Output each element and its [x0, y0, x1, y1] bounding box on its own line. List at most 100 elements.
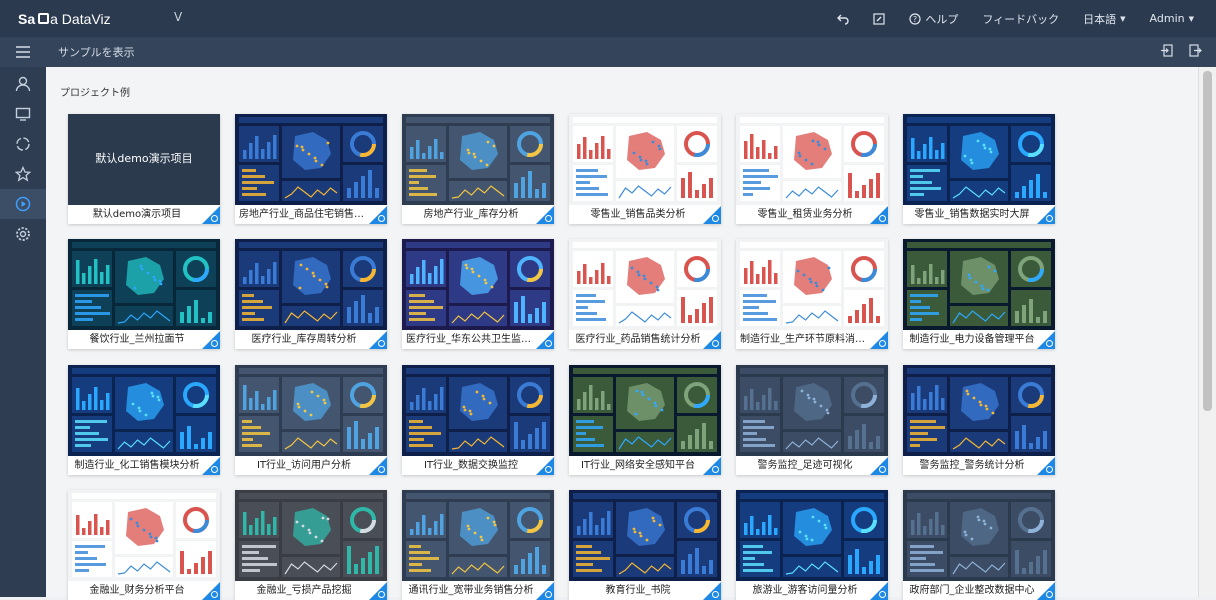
- project-card[interactable]: IT行业_网络安全感知平台: [569, 365, 721, 475]
- preview-badge[interactable]: [870, 206, 888, 224]
- project-card[interactable]: 零售业_销售数据实时大屏: [903, 114, 1055, 224]
- project-thumbnail[interactable]: [68, 365, 220, 456]
- preview-icon: [879, 466, 886, 473]
- project-thumbnail[interactable]: [736, 490, 888, 581]
- project-thumbnail[interactable]: [736, 239, 888, 330]
- project-thumbnail[interactable]: [68, 490, 220, 581]
- preview-badge[interactable]: [703, 582, 721, 600]
- preview-badge[interactable]: [202, 582, 220, 600]
- project-card[interactable]: 零售业_租赁业务分析: [736, 114, 888, 224]
- project-thumbnail[interactable]: [402, 365, 554, 456]
- sidebar-item-samples[interactable]: [0, 189, 46, 219]
- preview-badge[interactable]: [369, 206, 387, 224]
- project-card[interactable]: 金融业_亏损产品挖掘: [235, 490, 387, 600]
- project-card[interactable]: 零售业_销售品类分析: [569, 114, 721, 224]
- project-thumbnail[interactable]: [402, 114, 554, 205]
- project-thumbnail[interactable]: [569, 490, 721, 581]
- project-thumbnail[interactable]: 默认demo演示项目: [68, 114, 220, 205]
- project-thumbnail[interactable]: [235, 239, 387, 330]
- project-card[interactable]: 房地产行业_商品住宅销售分析: [235, 114, 387, 224]
- edit-icon[interactable]: [861, 12, 897, 25]
- project-thumbnail[interactable]: [736, 365, 888, 456]
- preview-badge[interactable]: [536, 457, 554, 475]
- preview-badge[interactable]: [870, 457, 888, 475]
- caret-down-icon: ▼: [1120, 14, 1126, 23]
- preview-badge[interactable]: [369, 582, 387, 600]
- project-card[interactable]: 旅游业_游客访问量分析: [736, 490, 888, 600]
- project-thumbnail[interactable]: [736, 114, 888, 205]
- app-logo[interactable]: Sa a DataViz: [0, 11, 150, 27]
- project-card[interactable]: 制造行业_电力设备管理平台: [903, 239, 1055, 349]
- page-title: サンプルを表示: [58, 46, 135, 59]
- version-toggle[interactable]: V: [174, 10, 182, 24]
- project-caption: 警务监控_警务统计分析: [919, 460, 1025, 471]
- preview-icon: [211, 466, 218, 473]
- preview-badge[interactable]: [536, 206, 554, 224]
- sidebar-item-user[interactable]: [0, 69, 46, 99]
- preview-badge[interactable]: [536, 582, 554, 600]
- project-card[interactable]: 餐饮行业_兰州拉面节: [68, 239, 220, 349]
- scrollbar-thumb[interactable]: [1203, 71, 1212, 411]
- help-button[interactable]: ? ヘルプ: [897, 11, 970, 27]
- sidebar-item-favorites[interactable]: [0, 159, 46, 189]
- project-thumbnail[interactable]: [235, 114, 387, 205]
- project-card[interactable]: 警务监控_警务统计分析: [903, 365, 1055, 475]
- sidebar-item-screen[interactable]: [0, 99, 46, 129]
- feedback-button[interactable]: フィードバック: [970, 11, 1071, 27]
- project-card[interactable]: 医疗行业_药品销售统计分析: [569, 239, 721, 349]
- preview-badge[interactable]: [703, 331, 721, 349]
- project-thumbnail[interactable]: [903, 114, 1055, 205]
- project-thumbnail[interactable]: [68, 239, 220, 330]
- project-thumbnail[interactable]: [402, 490, 554, 581]
- project-card[interactable]: 金融业_财务分析平台: [68, 490, 220, 600]
- preview-badge[interactable]: [202, 457, 220, 475]
- user-menu[interactable]: Admin ▼: [1138, 12, 1206, 25]
- project-card[interactable]: 制造行业_化工销售模块分析: [68, 365, 220, 475]
- project-caption: 通讯行业_宽带业务销售分析: [408, 585, 534, 596]
- preview-badge[interactable]: [202, 331, 220, 349]
- preview-badge[interactable]: [369, 331, 387, 349]
- preview-badge[interactable]: [1037, 457, 1055, 475]
- project-card[interactable]: 制造行业_生产环节原料消耗分析: [736, 239, 888, 349]
- project-card[interactable]: 默认demo演示项目 默认demo演示项目: [68, 114, 220, 224]
- preview-badge[interactable]: [536, 331, 554, 349]
- project-card[interactable]: 警务监控_足迹可视化: [736, 365, 888, 475]
- hamburger-icon: [16, 46, 30, 58]
- project-card[interactable]: 政府部门_企业整改数据中心: [903, 490, 1055, 600]
- sidebar-item-refresh[interactable]: [0, 129, 46, 159]
- preview-badge[interactable]: [870, 331, 888, 349]
- user-name: Admin: [1149, 12, 1185, 25]
- project-card[interactable]: 房地产行业_库存分析: [402, 114, 554, 224]
- preview-badge[interactable]: [1037, 206, 1055, 224]
- preview-badge[interactable]: [870, 582, 888, 600]
- preview-badge[interactable]: [202, 206, 220, 224]
- project-card[interactable]: IT行业_数据交换监控: [402, 365, 554, 475]
- preview-badge[interactable]: [1037, 331, 1055, 349]
- project-thumbnail[interactable]: [235, 490, 387, 581]
- export-icon[interactable]: [1189, 44, 1202, 60]
- preview-badge[interactable]: [1037, 582, 1055, 600]
- project-thumbnail[interactable]: [402, 239, 554, 330]
- import-icon[interactable]: [1160, 44, 1173, 60]
- scrollbar[interactable]: [1198, 67, 1216, 597]
- menu-toggle[interactable]: [0, 37, 46, 67]
- undo-icon[interactable]: [825, 13, 861, 25]
- sidebar-item-settings[interactable]: [0, 219, 46, 249]
- project-card[interactable]: 医疗行业_华东公共卫生监管平台: [402, 239, 554, 349]
- project-card[interactable]: 通讯行业_宽带业务销售分析: [402, 490, 554, 600]
- language-select[interactable]: 日本語 ▼: [1071, 11, 1137, 27]
- preview-badge[interactable]: [369, 457, 387, 475]
- project-thumbnail[interactable]: [903, 365, 1055, 456]
- project-thumbnail[interactable]: [569, 114, 721, 205]
- project-thumbnail[interactable]: [569, 365, 721, 456]
- preview-badge[interactable]: [703, 457, 721, 475]
- project-thumbnail[interactable]: [569, 239, 721, 330]
- preview-badge[interactable]: [703, 206, 721, 224]
- help-icon: ?: [909, 12, 921, 25]
- project-thumbnail[interactable]: [903, 490, 1055, 581]
- project-card[interactable]: 教育行业_书院: [569, 490, 721, 600]
- project-thumbnail[interactable]: [903, 239, 1055, 330]
- project-card[interactable]: 医疗行业_库存周转分析: [235, 239, 387, 349]
- project-card[interactable]: IT行业_访问用户分析: [235, 365, 387, 475]
- project-thumbnail[interactable]: [235, 365, 387, 456]
